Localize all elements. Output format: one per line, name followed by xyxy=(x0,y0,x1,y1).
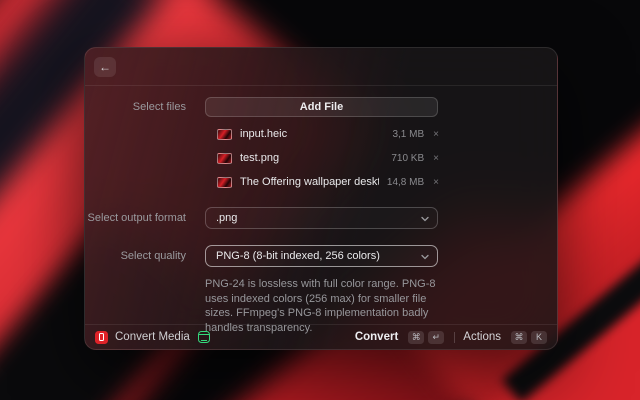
remove-file-icon[interactable]: × xyxy=(433,177,439,188)
window-header: ← xyxy=(85,48,557,86)
file-row: test.png 710 KB × xyxy=(217,146,439,170)
quality-select[interactable]: PNG-8 (8-bit indexed, 256 colors) xyxy=(205,245,438,267)
convert-button[interactable]: Convert xyxy=(355,331,398,343)
return-key-icon[interactable]: ↵ xyxy=(428,331,444,344)
k-key-icon[interactable]: K xyxy=(531,331,547,344)
back-arrow-icon: ← xyxy=(99,60,111,74)
file-thumbnail-icon xyxy=(217,153,232,164)
file-thumbnail-icon xyxy=(217,177,232,188)
file-row: input.heic 3,1 MB × xyxy=(217,122,439,146)
file-size: 14,8 MB xyxy=(387,177,424,188)
command-key-icon[interactable]: ⌘ xyxy=(408,331,424,344)
window-footer: Convert Media Convert ⌘ ↵ Actions ⌘ K xyxy=(85,324,557,349)
back-button[interactable]: ← xyxy=(94,57,116,77)
file-name: input.heic xyxy=(240,128,384,140)
add-file-button[interactable]: Add File xyxy=(205,97,438,117)
output-format-select[interactable]: .png xyxy=(205,207,438,229)
file-list: input.heic 3,1 MB × test.png 710 KB × Th… xyxy=(217,122,439,194)
media-file-icon xyxy=(198,331,210,343)
file-name: test.png xyxy=(240,152,383,164)
command-key-icon[interactable]: ⌘ xyxy=(511,331,527,344)
file-size: 3,1 MB xyxy=(392,129,424,140)
footer-actions: Convert ⌘ ↵ Actions ⌘ K xyxy=(355,331,547,344)
output-format-label: Select output format xyxy=(85,207,186,229)
app-icon-frame xyxy=(99,333,104,341)
output-format-value: .png xyxy=(216,208,237,228)
convert-media-window: ← Select files Add File input.heic 3,1 M… xyxy=(84,47,558,350)
quality-label: Select quality xyxy=(85,245,186,267)
convert-media-app-icon xyxy=(95,331,108,344)
footer-divider xyxy=(454,332,455,343)
select-files-row: Select files Add File xyxy=(85,97,557,117)
file-thumbnail-icon xyxy=(217,129,232,140)
select-files-label: Select files xyxy=(85,97,186,117)
remove-file-icon[interactable]: × xyxy=(433,153,439,164)
chevron-down-icon xyxy=(421,215,429,223)
footer-app-name: Convert Media xyxy=(115,331,190,343)
quality-row: Select quality PNG-8 (8-bit indexed, 256… xyxy=(85,245,557,267)
file-size: 710 KB xyxy=(391,153,424,164)
file-row: The Offering wallpaper desktop.png 14,8 … xyxy=(217,170,439,194)
output-format-row: Select output format .png xyxy=(85,207,557,229)
actions-button[interactable]: Actions xyxy=(463,331,501,343)
remove-file-icon[interactable]: × xyxy=(433,129,439,140)
quality-value: PNG-8 (8-bit indexed, 256 colors) xyxy=(216,246,380,266)
chevron-down-icon xyxy=(421,253,429,261)
file-name: The Offering wallpaper desktop.png xyxy=(240,176,379,188)
